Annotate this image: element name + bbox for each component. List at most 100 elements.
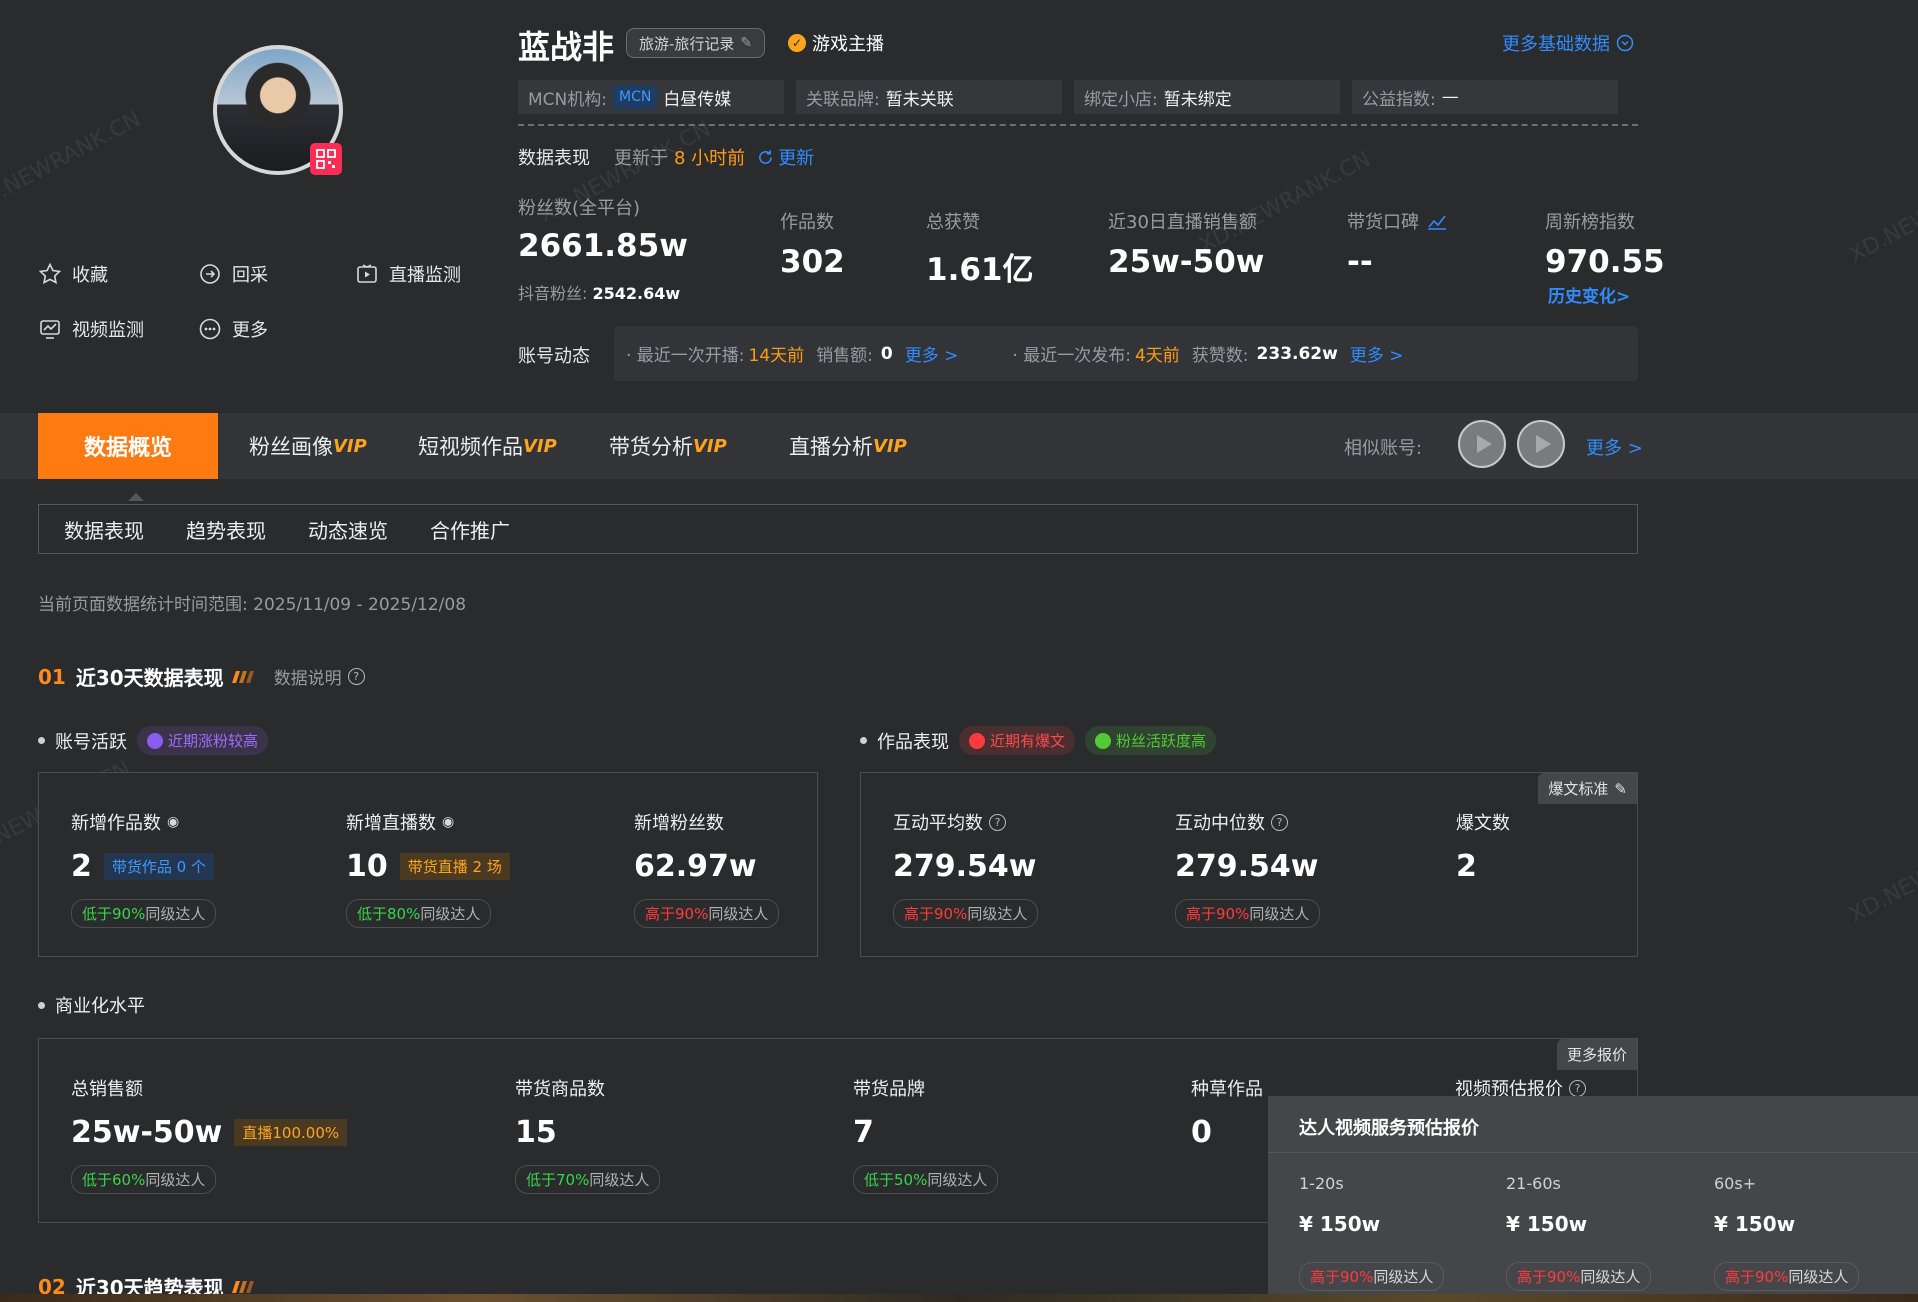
peer-compare: 高于90%同级达人 — [1299, 1262, 1445, 1291]
brand-info: 关联品牌: 暂未关联 — [796, 80, 1062, 114]
shop-value: 暂未绑定 — [1163, 89, 1232, 110]
tab-live-analysis[interactable]: 直播分析 VIP — [789, 413, 907, 479]
subtab-data-performance[interactable]: 数据表现 — [64, 515, 144, 544]
chevron-down-icon — [1616, 34, 1634, 52]
help-icon[interactable]: ? — [1271, 813, 1288, 831]
background-strip — [0, 1294, 1918, 1302]
mcn-value: 白昼传媒 — [663, 89, 732, 110]
brand-value: 暂未关联 — [885, 89, 954, 110]
tab-data-overview[interactable]: 数据概览 — [38, 413, 218, 479]
seeding-works-label: 种草作品 — [1191, 1079, 1263, 1100]
works-label: 作品数 — [780, 212, 834, 233]
qr-code-icon[interactable] — [310, 143, 342, 175]
more-basic-data-link[interactable]: 更多基础数据 — [1502, 30, 1634, 56]
more-label: 更多 — [232, 320, 268, 341]
peer-compare: 低于90%同级达人 — [71, 899, 217, 928]
peer-compare: 低于80%同级达人 — [346, 899, 492, 928]
play-icon — [1477, 435, 1492, 453]
trend-chart-icon[interactable] — [1427, 212, 1447, 230]
compare-text: 同级达人 — [145, 905, 206, 923]
more-actions-button[interactable]: 更多 — [198, 316, 268, 342]
recollect-button[interactable]: 回采 — [198, 261, 268, 287]
video-quote-tooltip: 达人视频服务预估报价 1-20s ¥ 150w 高于90%同级达人 21-60s… — [1268, 1096, 1918, 1302]
brand-count-value: 7 — [853, 1115, 874, 1150]
favorite-button[interactable]: 收藏 — [38, 261, 108, 287]
compare-percent: 低于70% — [526, 1171, 590, 1189]
more-basic-data-label: 更多基础数据 — [1502, 34, 1610, 55]
new-works-label: 新增作品数 ◉ — [71, 809, 179, 835]
viral-pill-label: 近期有爆文 — [990, 732, 1066, 750]
live-monitor-label: 直播监测 — [389, 265, 461, 286]
subtab-dynamics[interactable]: 动态速览 — [308, 515, 388, 544]
compare-percent: 低于60% — [82, 1171, 146, 1189]
charity-value: — — [1441, 87, 1459, 107]
help-icon[interactable]: ? — [989, 813, 1006, 831]
divider — [1268, 1152, 1918, 1153]
star-icon — [38, 262, 62, 284]
activity-pill-label: 近期涨粉较高 — [168, 732, 259, 750]
compare-percent: 高于90% — [1517, 1268, 1581, 1286]
section-title: 近30天数据表现 — [75, 666, 224, 690]
tab-fans-portrait[interactable]: 粉丝画像 VIP — [249, 413, 367, 479]
tab-short-video[interactable]: 短视频作品 VIP — [418, 413, 557, 479]
tab-label: 直播分析 — [789, 435, 873, 459]
history-change-link[interactable]: 历史变化> — [1548, 282, 1630, 307]
compare-text: 同级达人 — [1373, 1268, 1434, 1286]
similar-account-avatar[interactable] — [1458, 420, 1506, 468]
updated-prefix: 更新于 — [614, 148, 668, 169]
viral-standard-button[interactable]: 爆文标准 ✎ — [1538, 773, 1637, 804]
more-quotes-button[interactable]: 更多报价 — [1556, 1039, 1637, 1070]
peer-compare: 高于90%同级达人 — [634, 899, 780, 928]
bullet-icon — [860, 737, 867, 744]
metric-label: 新增直播数 — [346, 813, 436, 834]
similar-more-link[interactable]: 更多 > — [1586, 434, 1643, 460]
corner-label: 爆文标准 — [1548, 780, 1609, 798]
charity-info: 公益指数: — — [1352, 80, 1618, 114]
total-sales-value: 25w-50w 直播100.00% — [71, 1115, 348, 1150]
compare-text: 同级达人 — [420, 905, 481, 923]
help-icon[interactable]: ? — [1569, 1079, 1586, 1097]
metric-label: 互动中位数 — [1175, 813, 1265, 834]
data-explain-link[interactable]: 数据说明 ? — [274, 664, 365, 689]
commerce-lives-badge[interactable]: 带货直播 2 场 — [399, 853, 510, 880]
live-monitor-button[interactable]: 直播监测 — [355, 261, 461, 287]
total-sales-label: 总销售额 — [71, 1079, 143, 1100]
seeding-works-value: 0 — [1191, 1115, 1212, 1150]
play-icon — [1536, 435, 1551, 453]
post-more-link[interactable]: 更多 > — [1350, 341, 1404, 366]
vip-badge: VIP — [873, 435, 907, 457]
compare-percent: 高于90% — [1725, 1268, 1789, 1286]
post-likes-label: 获赞数: — [1191, 346, 1249, 366]
category-tag[interactable]: 旅游-旅行记录 ✎ — [626, 28, 766, 58]
video-monitor-button[interactable]: 视频监测 — [38, 316, 144, 342]
post-likes-value: 233.62w — [1256, 343, 1338, 364]
eye-icon[interactable]: ◉ — [167, 814, 179, 830]
subtab-bar: 数据表现 趋势表现 动态速览 合作推广 — [38, 504, 1638, 554]
live-more-link[interactable]: 更多 > — [905, 341, 959, 366]
works-header: 作品表现 近期有爆文 粉丝活跃度高 — [860, 726, 1217, 755]
peer-compare: 高于90%同级达人 — [893, 899, 1039, 928]
duration-label: 21-60s — [1506, 1174, 1561, 1193]
douyin-fans-label: 抖音粉丝: — [518, 284, 588, 303]
eye-icon[interactable]: ◉ — [442, 814, 454, 830]
live-sales-value: 25w-50w — [1108, 244, 1265, 280]
refresh-button[interactable]: 更新 — [757, 144, 814, 170]
commerce-works-badge[interactable]: 带货作品 0 个 — [103, 853, 214, 880]
peer-compare: 低于50%同级达人 — [853, 1165, 999, 1194]
section-header: 01 近30天数据表现 数据说明 ? — [38, 662, 365, 691]
vip-badge: VIP — [693, 435, 727, 457]
subtab-trend[interactable]: 趋势表现 — [186, 515, 266, 544]
edit-icon: ✎ — [740, 35, 753, 51]
tab-commerce-analysis[interactable]: 带货分析 VIP — [609, 413, 727, 479]
similar-account-avatar[interactable] — [1517, 420, 1565, 468]
subtab-cooperation[interactable]: 合作推广 — [430, 515, 510, 544]
account-name: 蓝战非 — [518, 28, 615, 66]
price-value: ¥ 150w — [1506, 1212, 1588, 1236]
brand-count-label: 带货品牌 — [853, 1079, 925, 1100]
metric-value: 25w-50w — [71, 1115, 223, 1150]
tab-label: 带货分析 — [609, 435, 693, 459]
vip-badge: VIP — [333, 435, 367, 457]
divider — [518, 124, 1638, 126]
reputation-label: 带货口碑 — [1347, 212, 1419, 233]
more-icon — [199, 318, 221, 340]
